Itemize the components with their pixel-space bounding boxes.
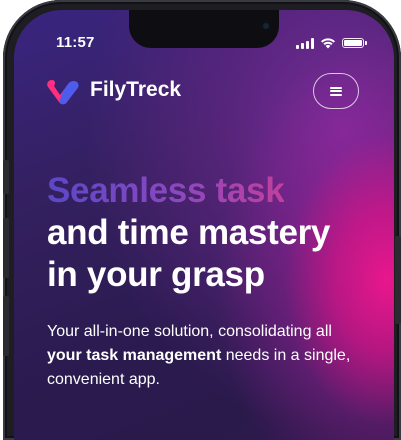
desc-line-3: convenient app. <box>47 371 160 388</box>
front-camera-icon <box>261 21 271 31</box>
hamburger-menu-icon <box>330 86 342 96</box>
filytreck-logo[interactable] <box>46 74 80 108</box>
phone-screen: 11:57 FilyTreck Seamless task and time m… <box>14 10 394 440</box>
desc-line-1: Your all-in-one solution, consolidating … <box>47 323 332 340</box>
mute-switch <box>3 160 9 194</box>
headline-line-3: in your grasp <box>47 255 265 294</box>
wifi-icon <box>321 38 335 49</box>
headline-accent: Seamless task <box>47 171 285 210</box>
brand-name[interactable]: FilyTreck <box>90 78 181 102</box>
phone-frame: 11:57 FilyTreck Seamless task and time m… <box>3 0 401 440</box>
battery-icon <box>342 38 367 48</box>
power-button <box>395 236 401 324</box>
hero-headline: Seamless task and time mastery in your g… <box>47 170 387 296</box>
signal-icon <box>296 37 314 49</box>
volume-down-button <box>3 296 9 356</box>
menu-button[interactable] <box>313 73 359 109</box>
status-time: 11:57 <box>56 34 95 51</box>
volume-up-button <box>3 218 9 278</box>
headline-line-2: and time mastery <box>47 213 331 252</box>
desc-bold: your task management <box>47 347 222 364</box>
status-icons <box>296 37 367 49</box>
desc-line-2: your task management needs in a single, <box>47 344 367 368</box>
desc-line-2-rest: needs in a single, <box>221 347 351 364</box>
notch <box>129 10 279 48</box>
hero-description: Your all-in-one solution, consolidating … <box>47 320 367 392</box>
